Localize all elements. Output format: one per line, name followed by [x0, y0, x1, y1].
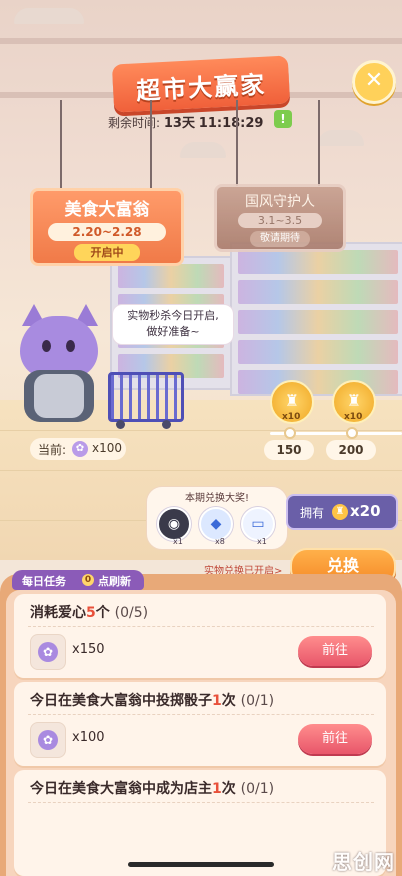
tab-daily-tasks[interactable]: 每日任务 0 点刷新 [12, 570, 144, 590]
owned-label: 拥有 [300, 506, 325, 520]
mascot-hoodie [34, 374, 84, 418]
game-sign-food-tycoon[interactable]: 美食大富翁 2.20~2.28 开启中 [30, 188, 184, 266]
task-highlight: 5 [86, 605, 96, 621]
divider [28, 626, 374, 627]
task-title: 今日在美食大富翁中成为店主1次 (0/1) [30, 778, 274, 798]
speech-line: 做好准备~ [146, 325, 200, 338]
sign-status: 敬请期待 [250, 231, 310, 247]
task-card: 今日在美食大富翁中成为店主1次 (0/1) [14, 770, 386, 876]
countdown: 剩余时间: 13天 11:18:29 [108, 112, 263, 131]
mascot-speech-bubble: 实物秒杀今日开启, 做好准备~ [112, 304, 234, 345]
sign-name: 美食大富翁 [64, 200, 150, 220]
ceiling-lamp [180, 142, 226, 158]
close-icon: ✕ [364, 68, 384, 93]
task-highlight: 1 [212, 693, 222, 709]
milestone-dot [346, 427, 358, 439]
countdown-days: 13天 [163, 116, 195, 131]
sign-rope [60, 100, 62, 190]
speech-line: 实物秒杀今日开启, [127, 309, 219, 322]
reward-icon: ✿ [30, 722, 66, 758]
ceiling-lamp [14, 8, 84, 24]
task-text: 今日在美食大富翁中投掷骰子 [30, 693, 212, 709]
robot-vacuum-icon: ◉ [157, 507, 191, 541]
milestone-value: 200 [326, 440, 376, 460]
tab-label: 每日任务 [22, 575, 66, 588]
cat-mascot [20, 316, 98, 378]
current-balance: 当前: ✿ x100 [30, 438, 126, 460]
prize-qty: x8 [215, 537, 225, 546]
task-card: 消耗爱心5个 (0/5) ✿ x150 前往 [14, 594, 386, 678]
sign-rope [236, 100, 238, 186]
task-text: 次 [221, 781, 236, 797]
go-button[interactable]: 前往 [298, 724, 372, 754]
countdown-label: 剩余时间: [108, 116, 161, 130]
info-icon[interactable]: ! [274, 110, 292, 128]
watermark: 思创网 [332, 850, 395, 874]
sign-dates: 3.1~3.5 [238, 213, 322, 228]
cart-wheel [116, 420, 125, 429]
coin-icon: ♜ [284, 391, 300, 410]
divider [28, 714, 374, 715]
owned-count: x20 [350, 502, 381, 520]
task-text: 今日在美食大富翁中成为店主 [30, 781, 212, 797]
event-title-banner: 超市大赢家 [111, 55, 291, 113]
prize-qty: x1 [257, 537, 267, 546]
sign-status: 开启中 [74, 244, 140, 261]
task-text: 个 [95, 605, 110, 621]
event-title: 超市大赢家 [135, 70, 267, 106]
task-progress: (0/5) [114, 605, 149, 621]
coin-icon: ♜ [332, 504, 348, 520]
coin-qty: x10 [282, 412, 301, 422]
bank-card-icon: ▭ [241, 507, 275, 541]
task-progress: (0/1) [240, 693, 275, 709]
task-card: 今日在美食大富翁中投掷骰子1次 (0/1) ✿ x100 前往 [14, 682, 386, 766]
refresh-count: 0 [82, 574, 94, 586]
task-progress: (0/1) [240, 781, 275, 797]
diamond-icon: ◆ [199, 507, 233, 541]
sign-rope [150, 100, 152, 190]
mascot-eye [66, 340, 75, 352]
ceiling-lamp [318, 130, 364, 146]
paw-icon: ✿ [38, 642, 58, 662]
milestone-value: 150 [264, 440, 314, 460]
task-text: 消耗爱心 [30, 605, 86, 621]
task-text: 次 [221, 693, 236, 709]
ceiling-beam [0, 38, 402, 44]
store-shelf [230, 242, 402, 396]
tab-suffix: 点刷新 [98, 575, 131, 588]
owned-coins: 拥有 ♜ x20 [286, 494, 398, 530]
home-indicator[interactable] [128, 862, 274, 867]
coin-qty: x10 [344, 412, 363, 422]
cart-wheel [162, 420, 171, 429]
current-label: 当前: [38, 443, 67, 457]
reward-icon: ✿ [30, 634, 66, 670]
divider [28, 802, 374, 803]
current-amount: x100 [92, 441, 123, 455]
shopping-cart-icon [108, 372, 184, 422]
paw-icon: ✿ [72, 441, 88, 457]
game-sign-guardian[interactable]: 国风守护人 3.1~3.5 敬请期待 [214, 184, 346, 252]
reward-amount: x100 [72, 730, 105, 745]
task-highlight: 1 [212, 781, 222, 797]
task-title: 今日在美食大富翁中投掷骰子1次 (0/1) [30, 690, 274, 710]
milestone-dot [284, 427, 296, 439]
sign-rope [318, 100, 320, 186]
countdown-time: 11:18:29 [198, 116, 264, 131]
coin-icon: ♜ [346, 391, 362, 410]
sign-name: 国风守护人 [245, 194, 315, 210]
prize-qty: x1 [173, 537, 183, 546]
mascot-eye [42, 340, 51, 352]
task-title: 消耗爱心5个 (0/5) [30, 602, 148, 622]
sign-dates: 2.20~2.28 [48, 223, 166, 241]
paw-icon: ✿ [38, 730, 58, 750]
prize-showcase[interactable]: 本期兑换大奖! ◉ x1 ◆ x8 ▭ x1 [146, 486, 288, 550]
close-button[interactable]: ✕ [352, 60, 396, 104]
go-button[interactable]: 前往 [298, 636, 372, 666]
prize-title: 本期兑换大奖! [184, 493, 249, 504]
reward-amount: x150 [72, 642, 105, 657]
